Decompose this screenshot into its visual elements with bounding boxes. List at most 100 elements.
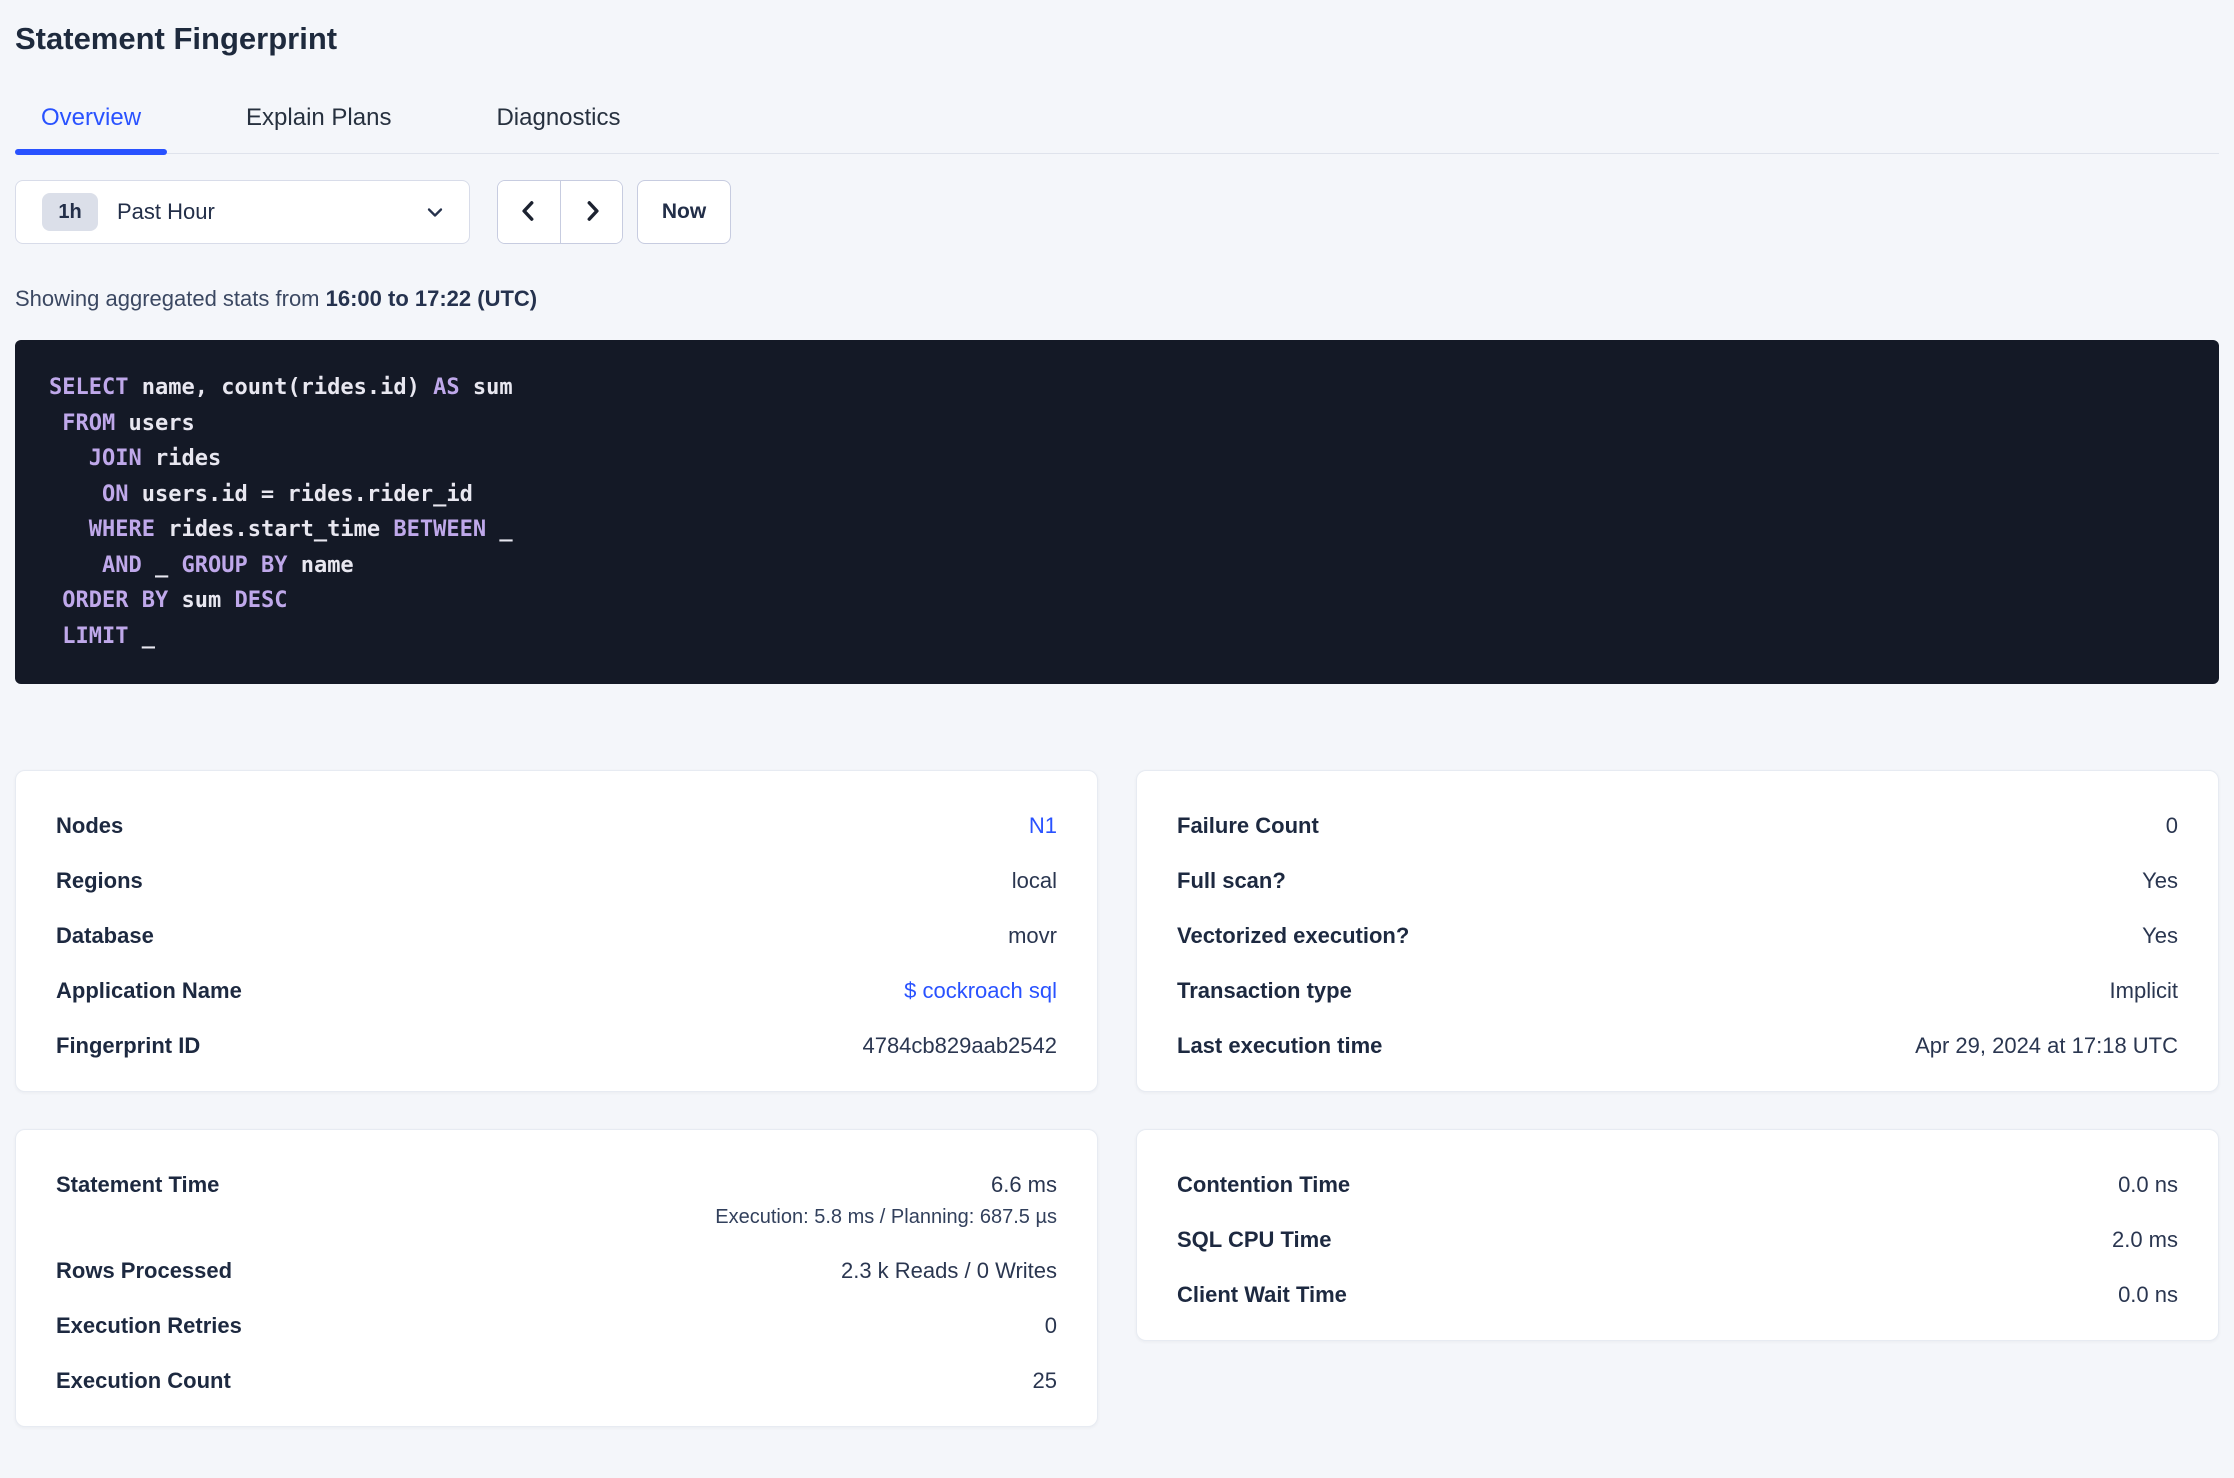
tab-label: Diagnostics (496, 104, 621, 131)
stat-label: Client Wait Time (1177, 1282, 1347, 1307)
stat-label: Database (56, 923, 154, 948)
stat-row: Vectorized execution? Yes (1177, 908, 2178, 963)
stat-value-group: 0 (2166, 812, 2178, 839)
stat-value: Yes (2142, 923, 2178, 948)
sql-line: ON users.id = rides.rider_id (101, 481, 473, 507)
stat-value: movr (1008, 923, 1057, 948)
stat-value-group: 0 (1045, 1312, 1057, 1339)
summary-cards: Nodes N1 Regions local Database movr Applicati… (15, 770, 2219, 1427)
statement-fingerprint-page: Statement Fingerprint Overview Explain P… (0, 20, 2234, 1427)
statement-timing-card: Statement Time 6.6 ms Execution: 5.8 ms / … (15, 1129, 1098, 1427)
time-controls: 1h Past Hour Now (15, 180, 2219, 244)
stat-label: Execution Count (56, 1368, 231, 1393)
stat-label: Application Name (56, 978, 242, 1003)
stat-label: Failure Count (1177, 813, 1319, 838)
tab-explain-plans[interactable]: Explain Plans (220, 104, 417, 153)
stat-value: 6.6 ms (990, 1172, 1057, 1197)
chevron-left-icon (516, 198, 542, 227)
time-range-label: Past Hour (117, 199, 215, 224)
stat-row: Fingerprint ID 4784cb829aab2542 (56, 1018, 1057, 1073)
statement-details-card: Nodes N1 Regions local Database movr Applicati… (15, 770, 1098, 1092)
stat-label: SQL CPU Time (1177, 1227, 1332, 1252)
stat-value: 0 (1044, 1313, 1057, 1338)
stat-label: Statement Time (56, 1172, 220, 1197)
stat-row: Last execution time Apr 29, 2024 at 17:18… (1177, 1018, 2178, 1073)
stat-label: Transaction type (1177, 978, 1352, 1003)
time-range-dropdown[interactable]: 1h Past Hour (15, 180, 470, 244)
time-range-badge: 1h (42, 193, 98, 231)
stat-row: Full scan? Yes (1177, 853, 2178, 908)
stat-value-group: 0.0 ns (2118, 1171, 2178, 1198)
stat-row: Client Wait Time 0.0 ns (1177, 1267, 2178, 1322)
stat-value-group: movr (1008, 922, 1057, 949)
tab-label: Overview (41, 104, 142, 131)
tab-overview[interactable]: Overview (15, 104, 168, 155)
time-range-arrows (497, 180, 623, 244)
sql-line: LIMIT _ (62, 623, 155, 649)
stat-row: Contention Time 0.0 ns (1177, 1157, 2178, 1212)
stat-value: local (1011, 868, 1057, 893)
stat-label: Execution Retries (56, 1313, 242, 1338)
stat-value: 0.0 ns (2118, 1282, 2178, 1307)
chevron-right-icon (579, 198, 605, 227)
stats-line-prefix: Showing aggregated stats from (15, 286, 326, 311)
tab-label: Explain Plans (246, 104, 392, 131)
sql-line: FROM users (62, 410, 195, 436)
stat-value-group: 25 (1033, 1367, 1057, 1394)
stat-row: Transaction type Implicit (1177, 963, 2178, 1018)
page-title: Statement Fingerprint (15, 21, 338, 56)
execution-attributes-card: Failure Count 0 Full scan? Yes Vectorized ex… (1136, 770, 2219, 1092)
stat-value-link[interactable]: $ cockroach sql (904, 977, 1057, 1004)
stats-line-range: 16:00 to 17:22 (UTC) (325, 286, 538, 311)
stat-value-group: $ cockroach sql (904, 977, 1057, 1004)
stat-label: Fingerprint ID (56, 1033, 201, 1058)
stat-value-group: Yes (2142, 867, 2178, 894)
tab-diagnostics[interactable]: Diagnostics (470, 104, 646, 153)
stat-label: Regions (56, 868, 143, 893)
stat-row: Failure Count 0 (1177, 798, 2178, 853)
stat-value-group: 0.0 ns (2118, 1281, 2178, 1308)
stat-value-group: Apr 29, 2024 at 17:18 UTC (1915, 1032, 2178, 1059)
stat-label: Nodes (56, 813, 124, 838)
stat-value: 2.0 ms (2111, 1227, 2178, 1252)
stat-value-group: local (1012, 867, 1057, 894)
stat-row: Application Name $ cockroach sql (56, 963, 1057, 1018)
stat-row: SQL CPU Time 2.0 ms (1177, 1212, 2178, 1267)
sql-statement: SELECT name, count(rides.id) AS sum FROM… (15, 340, 2219, 684)
stat-value-link[interactable]: N1 (1029, 812, 1057, 839)
stat-value: 2.3 k Reads / 0 Writes (840, 1258, 1057, 1283)
stat-value: Yes (2142, 868, 2178, 893)
stat-label: Contention Time (1177, 1172, 1351, 1197)
wait-times-card: Contention Time 0.0 ns SQL CPU Time 2.0 ms C… (1136, 1129, 2219, 1341)
sql-line: ORDER BY sum DESC (62, 588, 288, 613)
stat-row: Regions local (56, 853, 1057, 908)
stat-row: Database movr (56, 908, 1057, 963)
now-button[interactable]: Now (637, 180, 731, 244)
stat-value: 0.0 ns (2118, 1172, 2178, 1197)
chevron-down-icon (423, 200, 447, 224)
aggregated-stats-line: Showing aggregated stats from 16:00 to 1… (15, 286, 2219, 312)
stat-row: Statement Time 6.6 ms Execution: 5.8 ms / … (56, 1157, 1057, 1243)
stat-value-group: 2.0 ms (2112, 1226, 2178, 1253)
prev-range-button[interactable] (498, 181, 560, 243)
sql-line: WHERE rides.start_time BETWEEN _ (88, 517, 513, 542)
stat-label: Full scan? (1177, 868, 1286, 893)
stat-value-group: 4784cb829aab2542 (862, 1032, 1057, 1059)
stat-row: Execution Count 25 (56, 1353, 1057, 1408)
stat-value: Apr 29, 2024 at 17:18 UTC (1915, 1033, 2178, 1058)
sql-line: JOIN rides (88, 446, 222, 471)
tab-bar: Overview Explain Plans Diagnostics (15, 104, 2219, 155)
stat-value: Implicit (2109, 978, 2178, 1003)
stat-value: 0 (2165, 813, 2178, 838)
stat-label: Vectorized execution? (1177, 923, 1410, 948)
stat-row: Nodes N1 (56, 798, 1057, 853)
stat-value-group: 6.6 ms Execution: 5.8 ms / Planning: 687.… (715, 1171, 1057, 1229)
stat-value-group: Yes (2142, 922, 2178, 949)
sql-line: SELECT name, count(rides.id) AS sum (49, 375, 513, 400)
stat-label: Rows Processed (56, 1258, 233, 1283)
stat-value-group: N1 (1029, 812, 1057, 839)
next-range-button[interactable] (560, 181, 622, 243)
stat-subvalue: Execution: 5.8 ms / Planning: 687.5 µs (715, 1206, 1057, 1228)
stat-label: Last execution time (1177, 1033, 1383, 1058)
stat-row: Execution Retries 0 (56, 1298, 1057, 1353)
